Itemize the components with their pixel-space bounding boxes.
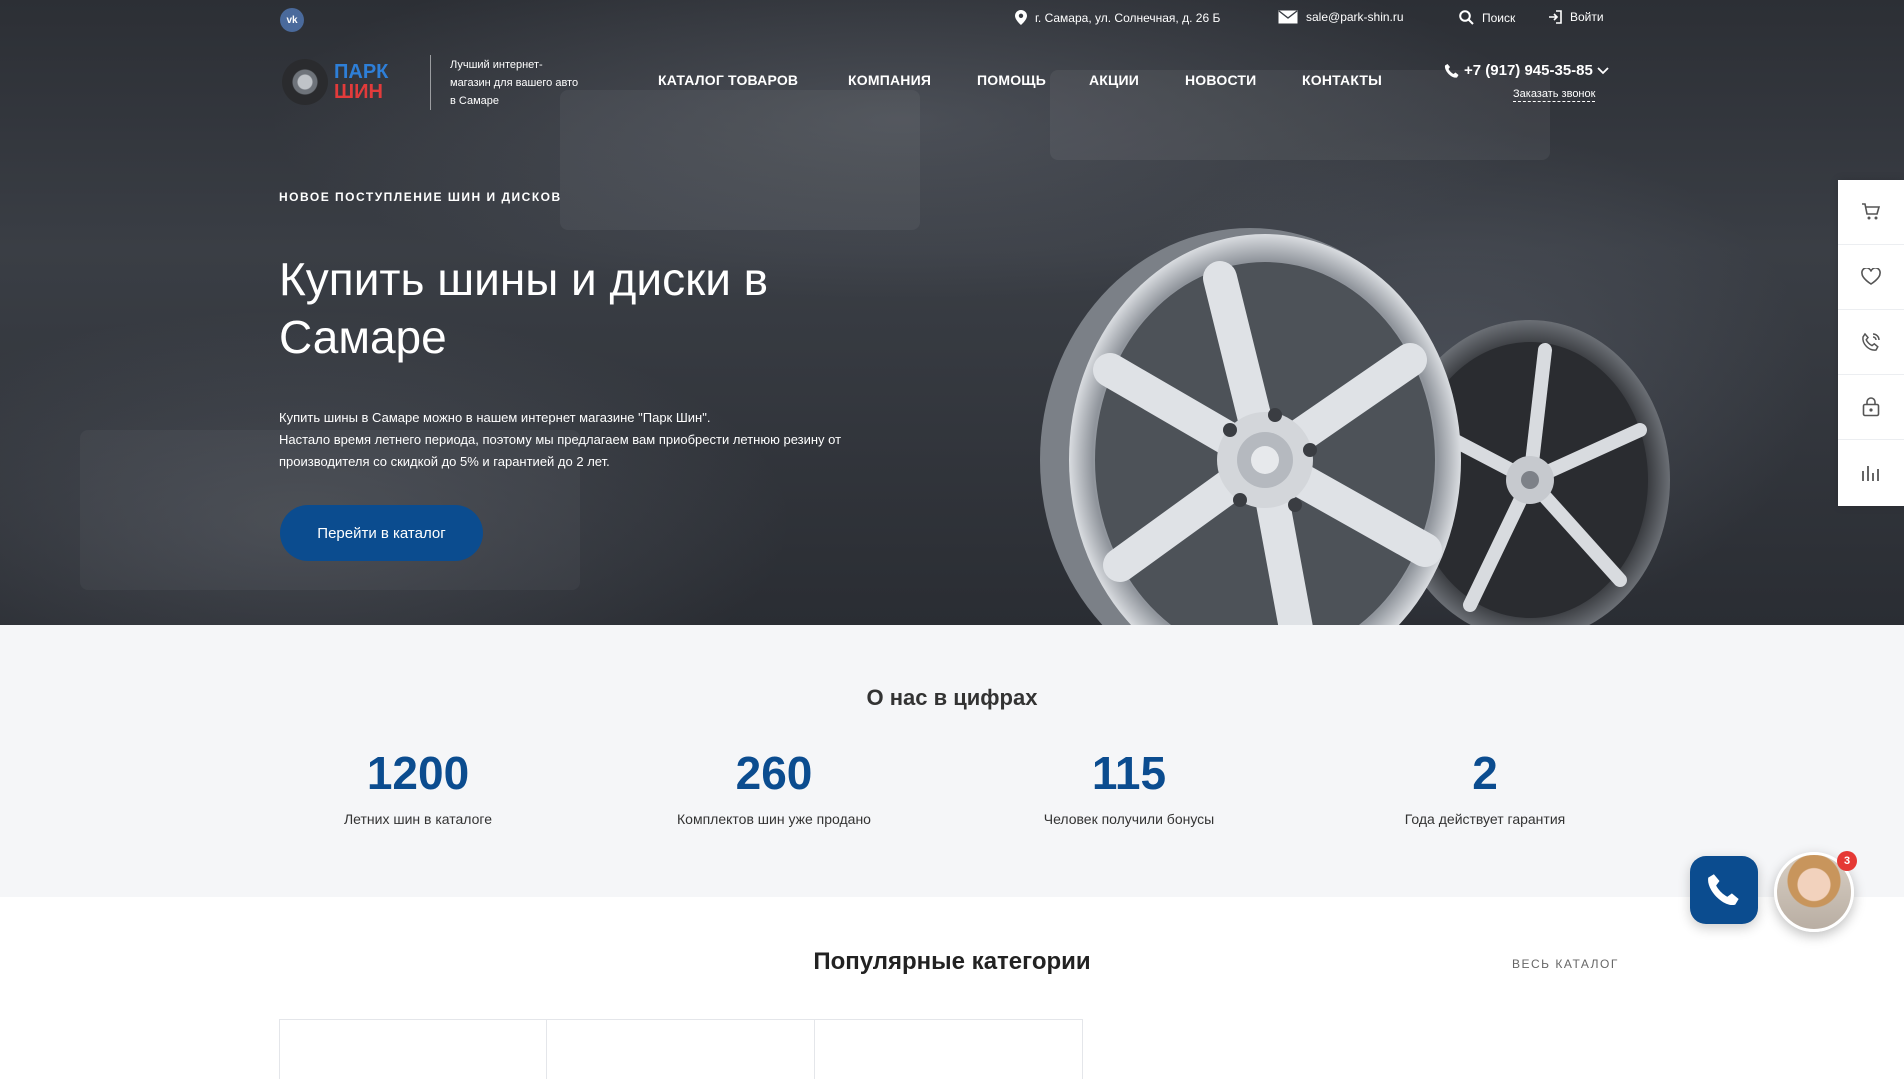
stats-section: О нас в цифрах 1200 Летних шин в каталог… xyxy=(0,625,1904,897)
phone-icon xyxy=(1444,63,1460,79)
compare-icon xyxy=(1861,464,1881,482)
login-label: Войти xyxy=(1570,10,1604,24)
email-text: sale@park-shin.ru xyxy=(1306,10,1404,24)
hero-banner: vk г. Самара, ул. Солнечная, д. 26 Б sal… xyxy=(0,0,1904,625)
callback-link[interactable]: Заказать звонок xyxy=(1513,88,1596,102)
stat-label: Комплектов шин уже продано xyxy=(677,811,871,827)
cart-button[interactable] xyxy=(1838,180,1904,245)
go-to-catalog-button[interactable]: Перейти в каталог xyxy=(280,505,483,561)
email-link[interactable]: sale@park-shin.ru xyxy=(1278,10,1404,24)
address: г. Самара, ул. Солнечная, д. 26 Б xyxy=(1015,10,1220,25)
stat-item: 260 Комплектов шин уже продано xyxy=(634,745,914,827)
location-pin-icon xyxy=(1015,10,1027,25)
call-widget-button[interactable] xyxy=(1690,856,1758,924)
side-panel xyxy=(1838,180,1904,506)
nav-item-contacts[interactable]: КОНТАКТЫ xyxy=(1302,72,1382,88)
login-button[interactable]: Войти xyxy=(1548,10,1604,24)
hero-text-line2: Настало время летнего периода, поэтому м… xyxy=(279,432,842,469)
hero-description: Купить шины в Самаре можно в нашем интер… xyxy=(279,407,919,473)
account-button[interactable] xyxy=(1838,375,1904,440)
phone-ring-icon xyxy=(1861,332,1881,352)
category-card[interactable] xyxy=(280,1020,548,1079)
login-icon xyxy=(1548,10,1562,24)
search-label: Поиск xyxy=(1482,10,1516,25)
main-nav: КАТАЛОГ ТОВАРОВ КОМПАНИЯ ПОМОЩЬ АКЦИИ НО… xyxy=(0,72,1904,92)
compare-button[interactable] xyxy=(1838,440,1904,505)
mail-icon xyxy=(1278,10,1298,24)
category-card[interactable] xyxy=(815,1020,1082,1079)
heart-icon xyxy=(1861,268,1881,286)
phone-icon xyxy=(1706,872,1742,908)
nav-item-help[interactable]: ПОМОЩЬ xyxy=(977,72,1046,88)
stat-label: Летних шин в каталоге xyxy=(343,811,492,827)
hero-text-line1: Купить шины в Самаре можно в нашем интер… xyxy=(279,410,711,425)
chat-notification-badge: 3 xyxy=(1837,851,1857,871)
stat-item: 2 Года действует гарантия xyxy=(1345,745,1625,827)
stat-value: 260 xyxy=(735,747,813,799)
background-blur xyxy=(560,90,920,230)
category-card[interactable] xyxy=(547,1020,815,1079)
stat-label: Человек получили бонусы xyxy=(1043,811,1215,827)
nav-item-catalog[interactable]: КАТАЛОГ ТОВАРОВ xyxy=(658,72,798,88)
search-icon xyxy=(1459,10,1474,25)
stat-item: 1200 Летних шин в каталоге xyxy=(278,745,558,827)
stats-title: О нас в цифрах xyxy=(866,685,1038,710)
nav-item-company[interactable]: КОМПАНИЯ xyxy=(848,72,931,88)
stat-value: 2 xyxy=(1472,747,1498,799)
stat-label: Года действует гарантия xyxy=(1404,811,1566,827)
phone-number[interactable]: +7 (917) 945-35-85 xyxy=(1444,62,1609,79)
cart-icon xyxy=(1861,203,1881,221)
nav-item-promotions[interactable]: АКЦИИ xyxy=(1089,72,1139,88)
category-cards xyxy=(279,1019,1083,1079)
silver-wheel xyxy=(1040,228,1461,625)
lock-bag-icon xyxy=(1862,397,1880,417)
stat-value: 1200 xyxy=(366,747,470,799)
phone-text: +7 (917) 945-35-85 xyxy=(1464,62,1593,79)
stat-item: 115 Человек получили бонусы xyxy=(989,745,1269,827)
hero-eyebrow: НОВОЕ ПОСТУПЛЕНИЕ ШИН И ДИСКОВ xyxy=(279,190,562,204)
callback-side-button[interactable] xyxy=(1838,310,1904,375)
favorites-button[interactable] xyxy=(1838,245,1904,310)
address-text: г. Самара, ул. Солнечная, д. 26 Б xyxy=(1035,10,1221,25)
chevron-down-icon[interactable] xyxy=(1597,66,1609,75)
nav-item-news[interactable]: НОВОСТИ xyxy=(1185,72,1256,88)
all-catalog-link[interactable]: ВЕСЬ КАТАЛОГ xyxy=(1512,957,1619,971)
stat-value: 115 xyxy=(1091,747,1167,799)
wheels-image xyxy=(1040,228,1670,625)
vk-icon[interactable]: vk xyxy=(280,8,304,32)
hero-title: Купить шины и диски в Самаре xyxy=(279,253,769,363)
search-button[interactable]: Поиск xyxy=(1459,10,1515,25)
